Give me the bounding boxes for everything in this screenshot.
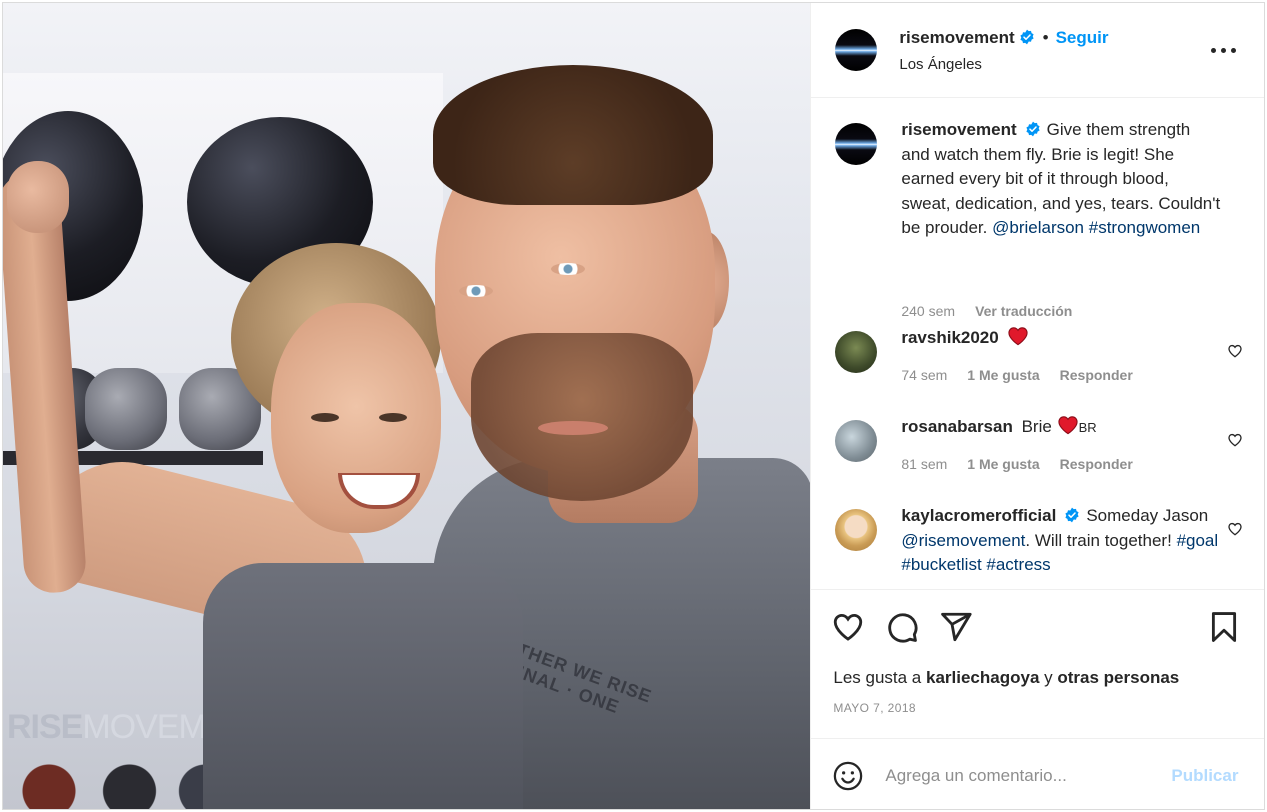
verified-icon — [1020, 29, 1034, 45]
post-header: risemovement • Seguir Los Ángeles — [811, 3, 1265, 98]
more-icon — [1211, 48, 1217, 53]
header-separator: • — [1042, 28, 1049, 47]
comments-list[interactable]: risemovement Give them strength and watch… — [811, 99, 1264, 589]
comment-likes[interactable]: 1 Me gusta — [967, 456, 1039, 472]
post-photo[interactable]: RISEMOVEMENT TOGETHER WE RISE · ORIGINAL… — [3, 3, 811, 809]
caption-username[interactable]: risemovement — [901, 120, 1016, 139]
commenter-avatar[interactable] — [835, 509, 878, 551]
red-heart-emoji-icon — [1008, 327, 1029, 346]
photo-woman-eye — [379, 413, 407, 422]
author-avatar[interactable] — [835, 29, 878, 71]
comment-text: ravshik2020 — [901, 326, 1221, 351]
comment-body: Someday Jason — [1086, 506, 1209, 525]
heart-icon[interactable] — [831, 610, 865, 644]
verified-icon — [1065, 507, 1079, 523]
more-icon-dot — [1221, 48, 1227, 53]
comment-time[interactable]: 74 sem — [901, 367, 947, 383]
comment-input[interactable] — [885, 760, 1156, 792]
add-comment-bar: Publicar — [811, 740, 1264, 809]
heart-icon[interactable] — [1227, 521, 1243, 537]
comment-username[interactable]: ravshik2020 — [901, 328, 998, 347]
comment-meta: 74 sem 1 Me gusta Responder — [901, 367, 1152, 383]
bookmark-icon[interactable] — [1207, 610, 1241, 644]
share-icon[interactable] — [939, 610, 973, 644]
commenter-avatar[interactable] — [835, 420, 878, 462]
red-heart-emoji-icon — [1057, 416, 1078, 435]
comment-meta: 81 sem 1 Me gusta Responder — [901, 456, 1152, 472]
post-actions: Les gusta a karliechagoya y otras person… — [811, 589, 1265, 739]
caption-text: risemovement Give them strength and watch… — [901, 118, 1221, 241]
likes-others-link[interactable]: otras personas — [1057, 668, 1179, 687]
comment-body-end: . Will train together! — [1025, 530, 1172, 550]
heart-icon[interactable] — [1227, 343, 1243, 359]
likes-prefix: Les gusta a — [833, 668, 922, 687]
comment-time[interactable]: 81 sem — [901, 456, 947, 472]
publish-button[interactable]: Publicar — [1171, 766, 1238, 786]
reply-button[interactable]: Responder — [1060, 456, 1133, 472]
photo-man-eye — [551, 263, 585, 275]
comment-text: kaylacromerofficial Someday Jason @risemo… — [901, 504, 1221, 578]
comment-username[interactable]: rosanabarsan — [901, 417, 1013, 436]
post-location[interactable]: Los Ángeles — [899, 56, 982, 73]
post-side-panel: risemovement • Seguir Los Ángeles risemove… — [810, 3, 1265, 809]
photo-man-beard — [471, 333, 693, 501]
photo-woman-eye — [311, 413, 339, 422]
comment-likes[interactable]: 1 Me gusta — [967, 367, 1039, 383]
caption-hashtag-link[interactable]: #strongwomen — [1089, 218, 1201, 237]
photo-medicine-ball — [85, 368, 167, 450]
caption-time[interactable]: 240 sem — [901, 303, 955, 319]
comment-suffix: BR — [1078, 420, 1097, 435]
caption-avatar[interactable] — [835, 123, 878, 165]
photo-woman-torso — [203, 563, 523, 809]
photo-man-hair — [433, 65, 713, 205]
photo-man-eye — [459, 285, 493, 297]
post-date[interactable]: MAYO 7, 2018 — [833, 701, 916, 715]
commenter-avatar[interactable] — [835, 331, 878, 373]
photo-man-mouth — [538, 421, 608, 435]
comment-text: rosanabarsan Brie BR — [901, 415, 1221, 441]
caption-mention-link[interactable]: @brielarson — [992, 218, 1084, 237]
emoji-icon[interactable] — [833, 761, 863, 791]
more-options-button[interactable] — [1211, 41, 1237, 59]
caption-meta: 240 sem Ver traducción — [901, 303, 1092, 319]
comment-username[interactable]: kaylacromerofficial — [901, 506, 1056, 525]
likes-user-link[interactable]: karliechagoya — [926, 668, 1039, 687]
more-icon-dot — [1231, 48, 1237, 53]
heart-icon[interactable] — [1227, 432, 1243, 448]
photo-woman-fist — [7, 161, 69, 233]
likes-summary: Les gusta a karliechagoya y otras person… — [833, 668, 1179, 688]
header-title-line: risemovement • Seguir — [899, 28, 1108, 48]
photo-floor-balls — [3, 743, 233, 809]
author-username[interactable]: risemovement — [899, 28, 1014, 47]
likes-mid: y — [1044, 668, 1053, 687]
reply-button[interactable]: Responder — [1060, 367, 1133, 383]
translate-button[interactable]: Ver traducción — [975, 303, 1072, 319]
follow-button[interactable]: Seguir — [1056, 28, 1109, 47]
verified-icon — [1026, 121, 1040, 137]
comment-mention-link[interactable]: @risemovement — [901, 531, 1025, 550]
post-container: RISEMOVEMENT TOGETHER WE RISE · ORIGINAL… — [2, 2, 1265, 810]
comment-icon[interactable] — [885, 610, 919, 644]
comment-body: Brie — [1021, 417, 1052, 436]
